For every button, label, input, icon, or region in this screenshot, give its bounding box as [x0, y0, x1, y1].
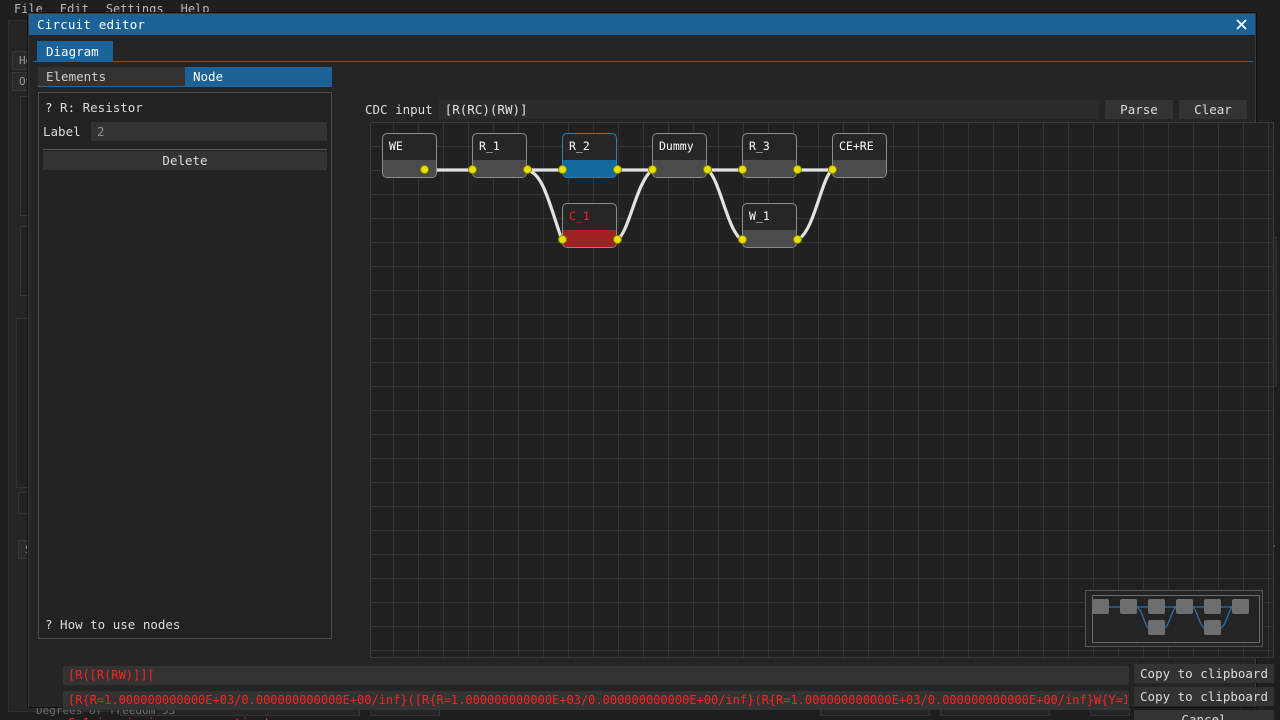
node-port-left[interactable]	[738, 235, 747, 244]
sidebar: Elements Node ? R: Resistor Label Delete…	[38, 67, 332, 662]
tab-elements[interactable]: Elements	[38, 67, 185, 86]
node-port-left[interactable]	[648, 165, 657, 174]
tab-node[interactable]: Node	[185, 67, 332, 86]
label-field-row: Label	[43, 122, 327, 141]
node-port-right[interactable]	[703, 165, 712, 174]
node-port-right[interactable]	[613, 165, 622, 174]
node-port-right[interactable]	[420, 165, 429, 174]
parse-button[interactable]: Parse	[1105, 99, 1173, 119]
cdc-input-row: CDC input Parse Clear	[365, 99, 1247, 119]
label-field-caption: Label	[43, 124, 81, 139]
window-body: Diagram Elements Node ? R: Resistor Labe…	[29, 35, 1274, 720]
circuit-editor-window: Circuit editor Diagram Elements Node ? R…	[28, 13, 1274, 720]
node-port-right[interactable]	[523, 165, 532, 174]
node-label: CE+RE	[839, 139, 874, 153]
connection-wires	[435, 168, 834, 242]
cancel-button[interactable]: Cancel	[1134, 710, 1274, 720]
node-port-left[interactable]	[558, 165, 567, 174]
node-body-bar	[653, 160, 706, 177]
node-port-left[interactable]	[738, 165, 747, 174]
output-column: C_1 is missing a connection!	[63, 664, 1129, 720]
node-port-right[interactable]	[793, 165, 802, 174]
window-title-bar[interactable]: Circuit editor	[29, 14, 1255, 35]
minimap-node	[1204, 620, 1221, 635]
copy-parameters-button[interactable]: Copy to clipboard	[1134, 687, 1274, 706]
circuit-node-r1[interactable]: R_1	[472, 133, 527, 178]
node-label: WE	[389, 139, 403, 153]
circuit-node-c1[interactable]: C_1	[562, 203, 617, 248]
node-type-heading: ? R: Resistor	[45, 100, 143, 115]
minimap-node	[1148, 620, 1165, 635]
node-body-bar	[563, 230, 616, 247]
clear-button[interactable]: Clear	[1179, 99, 1247, 119]
minimap-node	[1232, 599, 1249, 614]
node-body-bar	[743, 160, 796, 177]
window-title: Circuit editor	[37, 17, 146, 32]
minimap-node	[1120, 599, 1137, 614]
panel-divider	[43, 149, 327, 150]
circuit-node-r3[interactable]: R_3	[742, 133, 797, 178]
output-parameters-line[interactable]	[63, 691, 1129, 710]
node-label: R_2	[569, 139, 590, 153]
circuit-node-dummy[interactable]: Dummy	[652, 133, 707, 178]
node-body-bar	[563, 160, 616, 177]
node-body-bar	[743, 230, 796, 247]
output-cdc-line[interactable]	[63, 666, 1129, 685]
close-icon[interactable]	[1233, 17, 1249, 33]
circuit-node-r2[interactable]: R_2	[562, 133, 617, 178]
node-label: C_1	[569, 209, 590, 223]
node-body-bar	[473, 160, 526, 177]
delete-button[interactable]: Delete	[43, 151, 327, 170]
node-label: W_1	[749, 209, 770, 223]
node-label: R_1	[479, 139, 500, 153]
minimap-node	[1204, 599, 1221, 614]
node-body-bar	[833, 160, 886, 177]
cdc-input-label: CDC input	[365, 101, 433, 117]
minimap-node	[1176, 599, 1193, 614]
node-port-right[interactable]	[793, 235, 802, 244]
circuit-node-w1[interactable]: W_1	[742, 203, 797, 248]
node-port-left[interactable]	[558, 235, 567, 244]
screen: File Edit Settings Help Ho Ov F E R R C …	[0, 0, 1280, 720]
minimap-node	[1092, 599, 1109, 614]
node-label: Dummy	[659, 139, 694, 153]
cdc-input[interactable]	[438, 99, 1099, 119]
diagram-tab-strip: Diagram	[33, 41, 1253, 62]
node-port-right[interactable]	[613, 235, 622, 244]
node-port-left[interactable]	[468, 165, 477, 174]
tab-diagram[interactable]: Diagram	[37, 41, 113, 62]
node-properties-panel: ? R: Resistor Label Delete ? How to use …	[38, 92, 332, 639]
minimap[interactable]	[1085, 590, 1263, 647]
label-input[interactable]	[91, 122, 327, 141]
circuit-node-we[interactable]: WE	[382, 133, 437, 178]
circuit-node-cere[interactable]: CE+RE	[832, 133, 887, 178]
error-message: C_1 is missing a connection!	[63, 714, 1129, 720]
node-port-left[interactable]	[828, 165, 837, 174]
copy-cdc-button[interactable]: Copy to clipboard	[1134, 664, 1274, 683]
minimap-node	[1148, 599, 1165, 614]
how-to-use-nodes-link[interactable]: ? How to use nodes	[45, 617, 180, 632]
circuit-canvas[interactable]: WE R_1 R_2 Dummy R_3 CE+RE C_1 W_1	[370, 122, 1274, 658]
sidebar-tabs: Elements Node	[38, 67, 332, 87]
output-button-column: Copy to clipboard Copy to clipboard Canc…	[1134, 664, 1274, 720]
node-label: R_3	[749, 139, 770, 153]
